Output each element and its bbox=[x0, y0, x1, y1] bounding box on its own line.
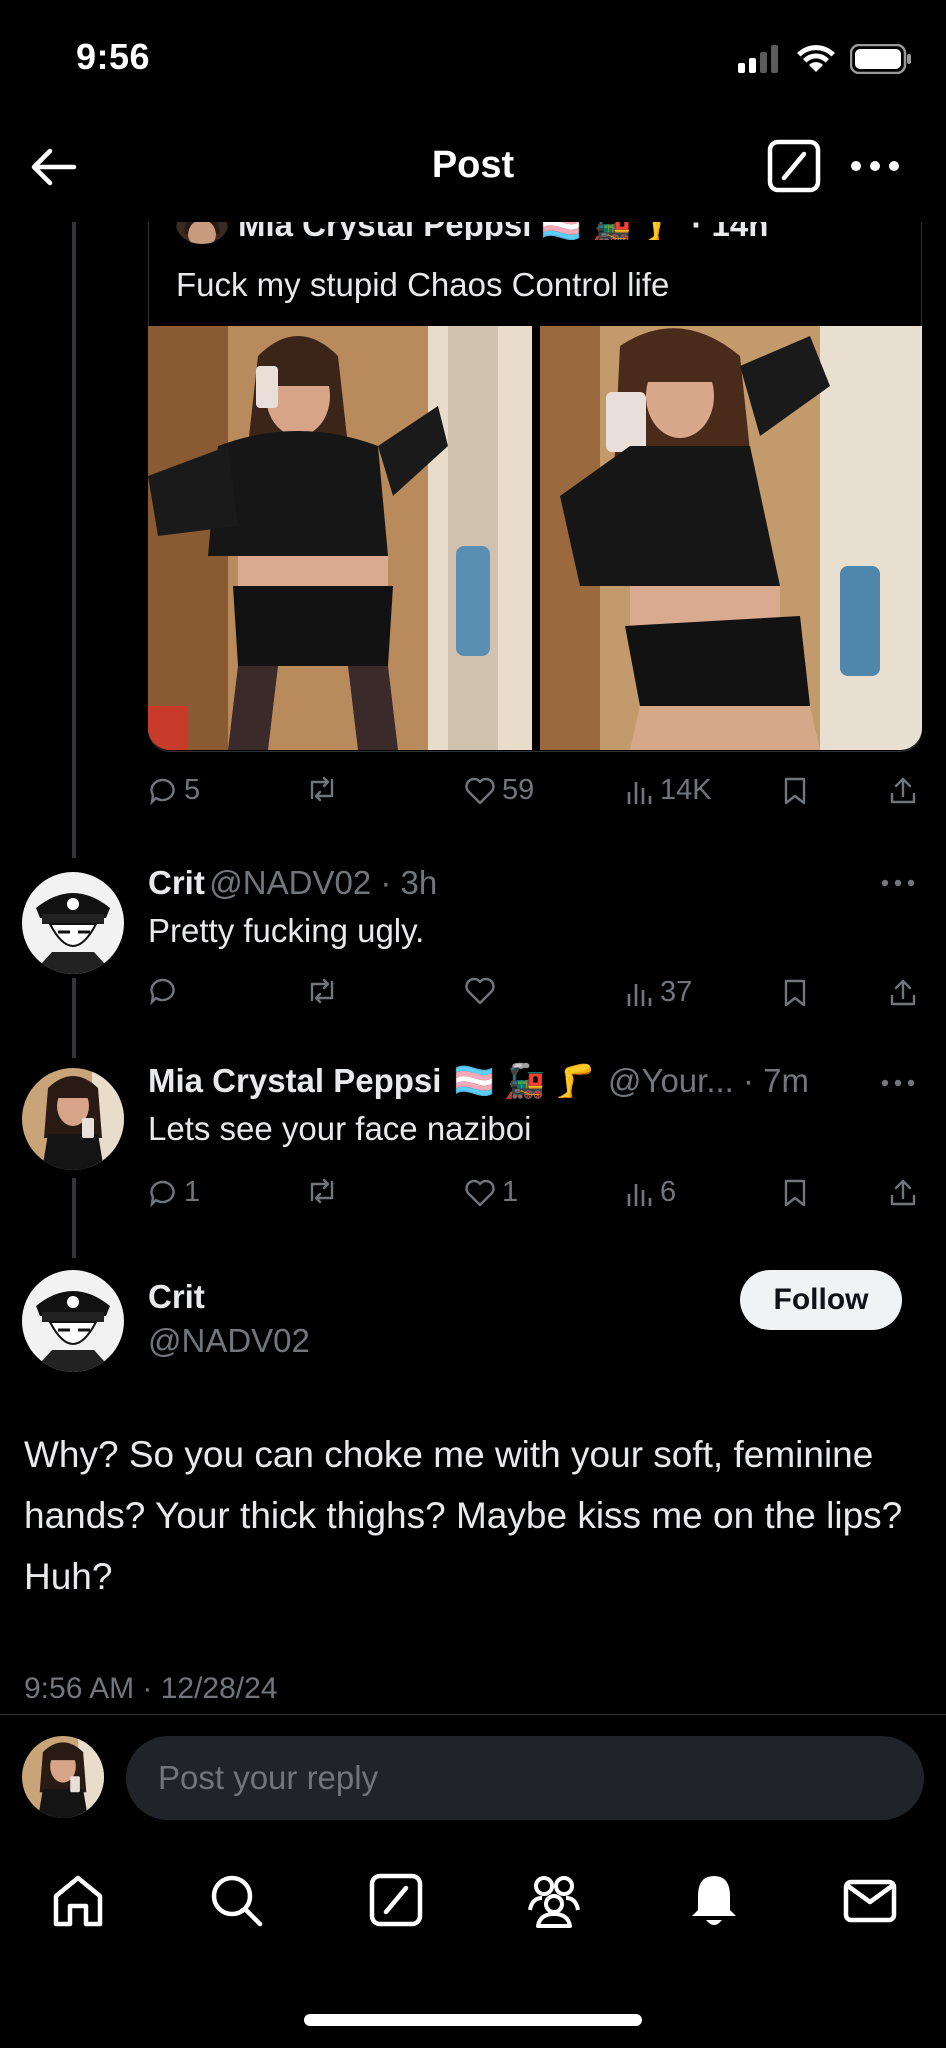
reply-icon bbox=[150, 778, 175, 805]
reply-icon bbox=[150, 1180, 175, 1207]
quoted-reply-count: 5 bbox=[184, 774, 201, 806]
thread-line-top bbox=[72, 222, 76, 858]
reply2-like-button[interactable]: 1 bbox=[464, 1176, 518, 1209]
reply1-views-button[interactable]: 37 bbox=[626, 976, 692, 1009]
communities-icon[interactable] bbox=[524, 1870, 584, 1930]
reply2-view-count: 6 bbox=[660, 1176, 677, 1208]
reply1-header: Crit @NADV02 · 3h bbox=[148, 864, 437, 902]
quoted-text: Fuck my stupid Chaos Control life bbox=[176, 266, 670, 303]
views-icon bbox=[627, 983, 652, 1006]
battery-icon bbox=[850, 44, 911, 74]
reply2-meta: @Your... · 7m bbox=[607, 1062, 809, 1099]
reply2-name[interactable]: Mia Crystal Peppsi bbox=[148, 1062, 441, 1099]
bookmark-icon bbox=[784, 979, 806, 1007]
quoted-share-button[interactable] bbox=[888, 776, 918, 806]
thread-line-mid bbox=[72, 978, 76, 1058]
wifi-icon bbox=[797, 45, 835, 72]
quoted-repost-button[interactable] bbox=[304, 774, 340, 804]
more-options-icon[interactable] bbox=[850, 152, 900, 180]
reply2-views-button[interactable]: 6 bbox=[626, 1176, 676, 1209]
quoted-photo-2[interactable] bbox=[540, 326, 922, 750]
like-icon bbox=[465, 977, 495, 1005]
reply2-more-icon[interactable] bbox=[880, 1076, 916, 1090]
reply-bar-divider bbox=[0, 1714, 946, 1715]
share-icon bbox=[890, 777, 916, 804]
main-name[interactable]: Crit bbox=[148, 1278, 205, 1316]
home-indicator bbox=[304, 2014, 642, 2026]
reply1-like-button[interactable] bbox=[464, 976, 496, 1006]
status-time: 9:56 bbox=[76, 36, 151, 77]
quoted-view-count: 14K bbox=[660, 774, 712, 806]
follow-button[interactable]: Follow bbox=[740, 1270, 902, 1330]
search-icon[interactable] bbox=[206, 1870, 266, 1930]
reply1-more-icon[interactable] bbox=[880, 876, 916, 890]
share-icon bbox=[890, 979, 916, 1006]
reply1-avatar[interactable] bbox=[22, 872, 124, 974]
like-icon bbox=[465, 1179, 495, 1206]
bookmark-icon bbox=[784, 777, 806, 805]
reply1-meta: @NADV02 · 3h bbox=[209, 864, 438, 901]
grok-icon[interactable] bbox=[766, 138, 822, 194]
reply1-share-button[interactable] bbox=[888, 978, 918, 1008]
notifications-icon[interactable] bbox=[684, 1870, 744, 1930]
reply-bar-avatar bbox=[22, 1736, 104, 1818]
views-icon bbox=[627, 781, 652, 804]
reply-icon bbox=[150, 978, 175, 1006]
reply-input[interactable]: Post your reply bbox=[126, 1736, 924, 1820]
main-avatar[interactable] bbox=[22, 1270, 124, 1372]
quoted-reply-button[interactable]: 5 bbox=[148, 774, 200, 807]
reply2-repost-button[interactable] bbox=[304, 1176, 340, 1206]
reply2-share-button[interactable] bbox=[888, 1178, 918, 1208]
thread-line-low bbox=[72, 1178, 76, 1258]
reply2-avatar[interactable] bbox=[22, 1068, 124, 1170]
grok-icon[interactable] bbox=[366, 1870, 426, 1930]
reply2-header: Mia Crystal Peppsi 🏳️‍⚧️ 🚂 🦵 @Your... · … bbox=[148, 1062, 809, 1101]
reply1-bookmark-button[interactable] bbox=[782, 978, 808, 1008]
reply1-name[interactable]: Crit bbox=[148, 864, 205, 901]
quoted-views-button[interactable]: 14K bbox=[626, 774, 712, 807]
repost-icon bbox=[310, 1178, 334, 1204]
quoted-photo-1[interactable] bbox=[148, 326, 532, 750]
signal-icon bbox=[738, 45, 778, 73]
reply1-text: Pretty fucking ugly. bbox=[148, 912, 425, 949]
quoted-bookmark-button[interactable] bbox=[782, 776, 808, 806]
reply1-view-count: 37 bbox=[660, 976, 693, 1008]
reply1-repost-button[interactable] bbox=[304, 976, 340, 1006]
reply1-reply-button[interactable] bbox=[148, 976, 178, 1006]
reply2-emoji: 🏳️‍⚧️ 🚂 🦵 bbox=[453, 1062, 596, 1099]
like-icon bbox=[465, 777, 495, 804]
quoted-like-count: 59 bbox=[502, 774, 535, 806]
views-icon bbox=[627, 1183, 652, 1206]
bookmark-icon bbox=[784, 1179, 806, 1207]
main-handle[interactable]: @NADV02 bbox=[148, 1322, 310, 1360]
reply2-reply-button[interactable]: 1 bbox=[148, 1176, 200, 1209]
main-post-timestamp[interactable]: 9:56 AM · 12/28/24 bbox=[24, 1672, 278, 1706]
repost-icon bbox=[310, 978, 334, 1004]
status-icons bbox=[738, 44, 912, 74]
repost-icon bbox=[310, 776, 334, 802]
quoted-like-button[interactable]: 59 bbox=[464, 774, 534, 807]
reply2-like-count: 1 bbox=[502, 1176, 519, 1208]
reply2-reply-count: 1 bbox=[184, 1176, 201, 1208]
reply2-bookmark-button[interactable] bbox=[782, 1178, 808, 1208]
reply2-text: Lets see your face naziboi bbox=[148, 1110, 532, 1147]
share-icon bbox=[890, 1179, 916, 1206]
messages-icon[interactable] bbox=[840, 1870, 900, 1930]
home-icon[interactable] bbox=[48, 1870, 108, 1930]
main-post-text: Why? So you can choke me with your soft,… bbox=[24, 1434, 903, 1597]
